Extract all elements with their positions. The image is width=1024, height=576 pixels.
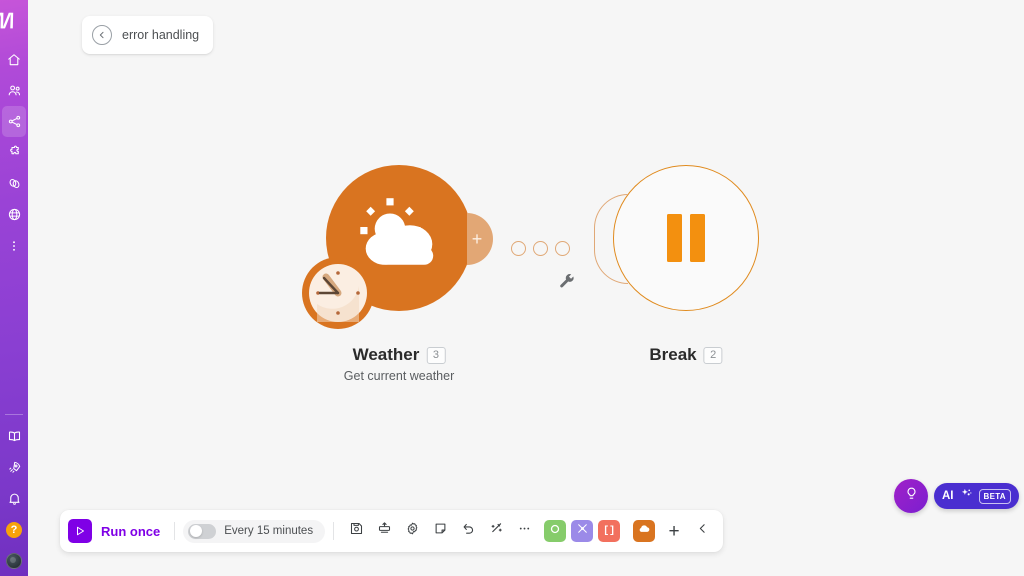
connector-dot <box>533 241 548 256</box>
gear-icon <box>405 521 420 541</box>
node-weather-subtitle: Get current weather <box>343 369 455 383</box>
brackets-icon: [] <box>603 525 616 537</box>
pause-icon <box>667 214 705 262</box>
node-break[interactable]: Break 2 <box>594 165 759 364</box>
tips-button[interactable] <box>894 479 928 513</box>
app-chip-brackets[interactable]: [] <box>598 520 621 542</box>
schedule-label: Every 15 minutes <box>224 525 314 537</box>
sticky-note-icon <box>433 521 448 541</box>
connector-arc <box>594 194 628 284</box>
left-sidebar: /\/\ ? <box>0 0 28 576</box>
sparkles-icon <box>960 487 973 505</box>
toolbar-tools <box>342 517 538 545</box>
wrench-icon[interactable] <box>558 273 576 296</box>
users-icon <box>7 83 22 98</box>
sidebar-item-docs[interactable] <box>2 421 26 452</box>
ai-beta-badge: BETA <box>978 488 1011 504</box>
make-logo[interactable]: /\/\ <box>0 0 28 44</box>
run-once-label: Run once <box>101 523 161 539</box>
node-weather-title: Weather <box>352 345 420 364</box>
node-break-title: Break <box>649 345 697 364</box>
dots-vertical-icon <box>7 239 21 253</box>
app-chip-cloud[interactable] <box>633 520 656 542</box>
bottom-toolbar: Run once Every 15 minutes [] + <box>60 510 724 552</box>
plus-icon: + <box>471 229 483 249</box>
avatar <box>6 552 22 569</box>
help-badge: ? <box>6 521 22 538</box>
sidebar-item-help[interactable]: ? <box>2 514 26 545</box>
schedule-clock-badge <box>302 257 374 329</box>
donut-icon <box>549 522 561 540</box>
sidebar-item-more[interactable] <box>2 230 26 261</box>
import-export-icon <box>377 521 392 541</box>
import-export-button[interactable] <box>370 517 398 545</box>
settings-button[interactable] <box>398 517 426 545</box>
node-break-badge: 2 <box>703 346 723 364</box>
save-button[interactable] <box>342 517 370 545</box>
play-icon <box>68 519 92 543</box>
schedule-toggle[interactable] <box>188 523 217 539</box>
app-chips: [] <box>544 520 656 542</box>
puzzle-icon <box>7 145 22 160</box>
add-app-button[interactable]: + <box>661 518 687 544</box>
clock-icon <box>309 264 367 322</box>
globe-icon <box>7 207 22 222</box>
node-weather-caption: Weather 3 Get current weather <box>344 345 454 383</box>
sidebar-item-webhooks[interactable] <box>2 199 26 230</box>
home-icon <box>7 53 21 67</box>
sidebar-item-whats-new[interactable] <box>2 452 26 483</box>
schedule-group[interactable]: Every 15 minutes <box>183 519 326 543</box>
sidebar-item-teams[interactable] <box>2 75 26 106</box>
app-root: /\/\ ? error handling + Weather 3 Get cu… <box>0 0 1024 576</box>
sidebar-item-templates[interactable] <box>2 137 26 168</box>
chain-links-icon <box>7 176 22 191</box>
connector-dot <box>555 241 570 256</box>
magic-wand-icon <box>489 521 504 541</box>
connector-route[interactable] <box>511 241 570 256</box>
auto-align-button[interactable] <box>482 517 510 545</box>
bell-icon <box>7 491 22 506</box>
run-once-button[interactable]: Run once <box>68 519 166 543</box>
node-weather[interactable]: + Weather 3 Get current weather <box>302 165 493 383</box>
lightbulb-icon <box>904 486 919 506</box>
app-chip-donut[interactable] <box>544 520 567 542</box>
share-nodes-icon <box>7 114 22 129</box>
book-icon <box>7 429 22 444</box>
undo-arrow-icon <box>461 521 476 541</box>
app-chip-tools[interactable] <box>571 520 594 542</box>
node-break-circle[interactable] <box>594 165 759 316</box>
sidebar-item-avatar[interactable] <box>2 545 26 576</box>
node-break-caption: Break 2 <box>649 345 723 365</box>
sidebar-item-connections[interactable] <box>2 168 26 199</box>
node-weather-badge: 3 <box>426 346 446 364</box>
undo-button[interactable] <box>454 517 482 545</box>
ai-assistant-button[interactable]: AI BETA <box>934 483 1019 509</box>
more-options-button[interactable] <box>510 517 538 545</box>
tools-icon <box>576 522 589 540</box>
add-module-button[interactable]: + <box>467 213 493 265</box>
sidebar-primary-nav <box>0 44 28 261</box>
scenario-canvas[interactable]: + Weather 3 Get current weather Break 2 <box>28 0 1024 576</box>
sidebar-item-notifications[interactable] <box>2 483 26 514</box>
notes-button[interactable] <box>426 517 454 545</box>
toolbar-divider <box>333 522 335 540</box>
sidebar-item-home[interactable] <box>2 44 26 75</box>
sidebar-item-scenarios[interactable] <box>2 106 26 137</box>
sidebar-secondary-nav: ? <box>0 421 28 576</box>
chevron-left-icon <box>696 522 709 540</box>
sidebar-divider <box>5 414 23 415</box>
rocket-icon <box>7 460 22 475</box>
ai-label: AI <box>942 490 954 502</box>
floppy-disk-icon <box>349 521 364 541</box>
connector-dot <box>511 241 526 256</box>
collapse-toolbar-button[interactable] <box>689 518 715 544</box>
ellipsis-icon <box>517 521 532 541</box>
toolbar-divider <box>174 522 176 540</box>
cloud-icon <box>637 522 651 541</box>
